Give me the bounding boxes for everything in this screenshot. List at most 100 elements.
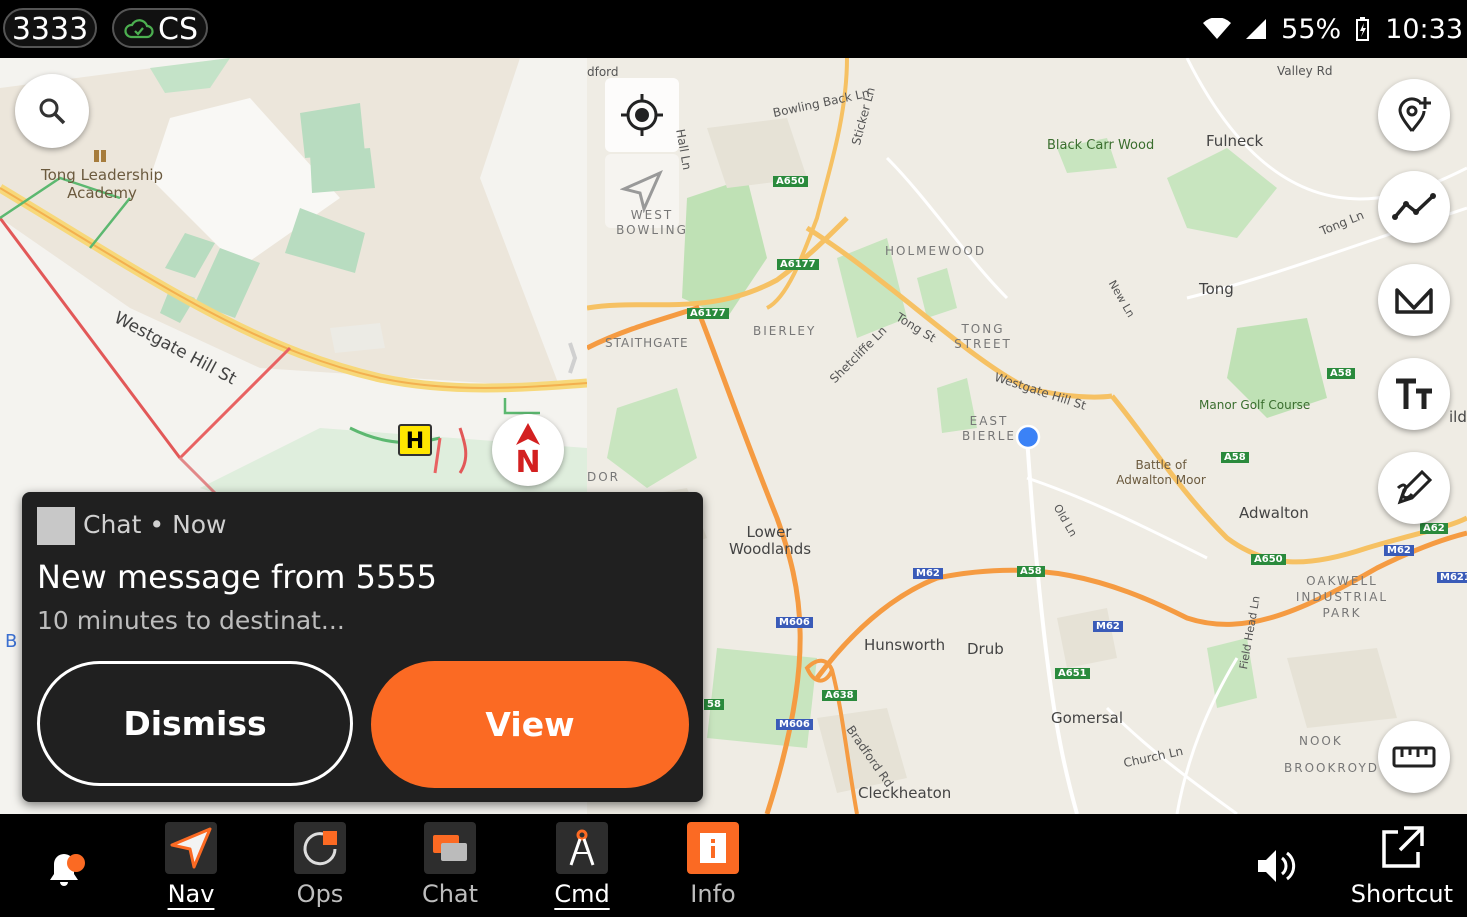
map-label-fulneck: Fulneck: [1206, 132, 1264, 150]
wifi-icon: [1203, 18, 1232, 39]
shortcut-icon: [1382, 826, 1424, 868]
route-button[interactable]: [1378, 171, 1450, 243]
vehicle-id: 3333: [11, 12, 89, 47]
map-label-school: Tong Leadership Academy: [40, 166, 164, 202]
hospital-marker[interactable]: H: [398, 424, 432, 456]
compass-tool-icon: [569, 829, 595, 866]
map-label-dor: DOR: [587, 470, 621, 484]
cloud-check-icon: [124, 19, 154, 39]
nav-tab-cmd[interactable]: Cmd: [542, 822, 622, 908]
chat-app-icon: [37, 507, 75, 545]
nav-tab-ops[interactable]: Ops: [280, 822, 360, 908]
chat-notification[interactable]: Chat • Now New message from 5555 10 minu…: [22, 492, 703, 802]
crosshair-icon: [621, 94, 663, 136]
chat-tab-icon: [424, 822, 476, 874]
map-label-nook: NOOK: [1299, 734, 1343, 748]
road-badge-a6177: A6177: [777, 259, 819, 270]
ruler-icon: [1392, 746, 1436, 768]
cellular-signal-icon: [1246, 19, 1267, 39]
road-badge-58: 58: [704, 699, 724, 710]
nav-tab-label: Nav: [167, 880, 215, 908]
connection-label: CS: [158, 12, 198, 47]
map-label-cleckheaton: Cleckheaton: [858, 784, 952, 802]
map-label-bierley: BIERLEY: [753, 324, 817, 338]
nav-tab-icon: [165, 822, 217, 874]
compass-icon: N: [515, 422, 541, 480]
map-label-hunsworth: Hunsworth: [864, 636, 946, 654]
compass-button[interactable]: N: [492, 414, 564, 486]
cmd-tab-icon: [556, 822, 608, 874]
road-badge-a638: A638: [822, 690, 857, 701]
map-label-adwalton: Adwalton: [1239, 504, 1309, 522]
road-badge-m62: M62: [913, 568, 943, 579]
notification-title: New message from 5555: [37, 558, 438, 596]
bottom-navigation-bar: Nav Ops Chat Cmd Info Shortcut: [0, 814, 1467, 917]
road-badge-a651: A651: [1055, 668, 1090, 679]
nav-tab-nav[interactable]: Nav: [151, 822, 231, 908]
road-badge-m62-2: M62: [1093, 621, 1123, 632]
notification-body: 10 minutes to destinat...: [37, 606, 345, 635]
vehicle-id-pill[interactable]: 3333: [3, 8, 97, 48]
route-line-icon: [1392, 193, 1436, 220]
nav-tab-chat[interactable]: Chat: [410, 822, 490, 908]
ops-tab-label: Ops: [296, 880, 344, 908]
map-label-valley-rd: Valley Rd: [1277, 64, 1333, 78]
dismiss-button[interactable]: Dismiss: [37, 661, 353, 786]
battery-charging-icon: [1356, 17, 1370, 41]
add-waypoint-button[interactable]: [1378, 79, 1450, 151]
bell-icon: [50, 854, 85, 886]
notification-header: Chat • Now: [83, 510, 227, 539]
road-badge-a62: A62: [1420, 523, 1448, 534]
map-label-drub: Drub: [967, 640, 1004, 658]
status-bar: 3333 CS 55% 10:33: [0, 0, 1467, 58]
road-badge-a650-2: A650: [1251, 554, 1286, 565]
map-label-dford: dford: [587, 65, 619, 79]
add-location-icon: [1398, 97, 1431, 132]
notifications-button[interactable]: [44, 846, 88, 894]
chat-tab-label: Chat: [421, 880, 479, 908]
view-button[interactable]: View: [371, 661, 689, 788]
info-tab-label: Info: [690, 880, 736, 908]
connection-pill[interactable]: CS: [112, 8, 208, 48]
text-size-button[interactable]: [1378, 358, 1450, 430]
road-badge-m606-2: M606: [776, 719, 813, 730]
volume-button[interactable]: [1254, 844, 1298, 892]
map-label-black-carr-wood: Black Carr Wood: [1047, 138, 1155, 153]
map-label-bild: ild: [1449, 408, 1467, 426]
navigation-arrow-icon: [620, 170, 663, 213]
compass-letter: N: [515, 444, 541, 480]
measure-button[interactable]: [1378, 721, 1450, 793]
clock: 10:33: [1385, 13, 1463, 45]
map-fold-icon: [1395, 288, 1433, 314]
map-label-brookroyd: BROOKROYD: [1284, 761, 1380, 775]
road-badge-m621: M621: [1437, 572, 1467, 583]
search-button[interactable]: [15, 74, 89, 148]
road-badge-m606: M606: [776, 617, 813, 628]
nav-tab-info[interactable]: Info: [673, 822, 753, 908]
info-tab-icon: [687, 822, 739, 874]
text-size-icon: [1396, 378, 1432, 409]
search-icon: [39, 98, 66, 125]
recenter-button[interactable]: [605, 78, 679, 152]
map-label-battle-of-adwalton-moor: Battle of Adwalton Moor: [1116, 458, 1206, 487]
map-label-west-bowling: WEST BOWLING: [616, 208, 688, 237]
road-badge-a6177-2: A6177: [687, 308, 729, 319]
map-label-staithgate: STAITHGATE: [605, 336, 689, 350]
ops-tab-icon: [294, 822, 346, 874]
draw-button[interactable]: [1378, 452, 1450, 524]
battery-percent: 55%: [1281, 13, 1342, 45]
map-label-lower-woodlands: Lower Woodlands: [729, 523, 812, 558]
layers-button[interactable]: [1378, 264, 1450, 336]
shortcut-button[interactable]: Shortcut: [1351, 824, 1453, 908]
road-badge-a58-3: A58: [1017, 566, 1045, 577]
navigation-arrow-icon: [170, 827, 212, 869]
road-badge-a650: A650: [773, 176, 808, 187]
map-label-gomersal: Gomersal: [1051, 709, 1123, 727]
map-label-tong-street: TONG STREET: [954, 322, 1012, 351]
map-label-east-bierley: EAST BIERLE: [962, 414, 1016, 443]
info-book-icon: [700, 833, 726, 863]
cmd-tab-label: Cmd: [554, 880, 610, 908]
map-label-tong: Tong: [1199, 280, 1234, 298]
map-overview-pane[interactable]: dford Valley Rd Bowling Back Ln Hall Ln …: [587, 58, 1467, 814]
school-icon: [94, 150, 106, 162]
